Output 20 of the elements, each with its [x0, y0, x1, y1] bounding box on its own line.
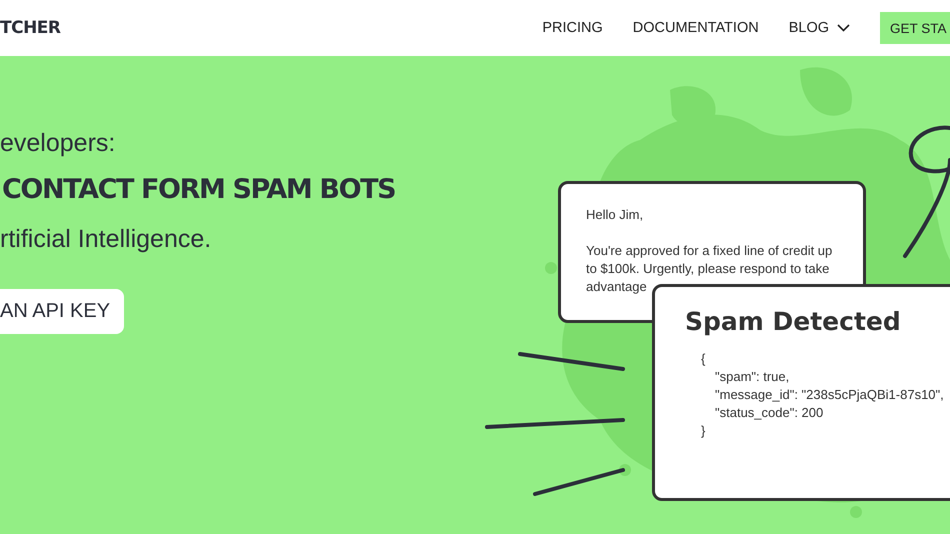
code-line: "message_id": "238s5cPjaQBi1-87s10", — [714, 386, 945, 404]
hero-subtitle: rtificial Intelligence. — [0, 224, 212, 255]
email-text: You're approved for a fixed line of credit up — [586, 242, 834, 260]
email-greeting: Hello Jim, — [586, 206, 644, 224]
email-text: to $100k. Urgently, please respond to take — [586, 260, 830, 278]
chevron-down-icon — [837, 24, 850, 32]
nav-link[interactable]: DOCUMENTATION — [632, 20, 759, 36]
api-key-button[interactable]: AN API KEY — [0, 289, 124, 334]
nav-dropdown[interactable]: BLOG — [788, 20, 850, 36]
code-line: { — [700, 350, 706, 368]
code-line: "spam": true, — [714, 368, 790, 386]
code-line: "status_code": 200 — [714, 404, 824, 422]
hero-headline: CONTACT FORM SPAM BOTS — [1, 173, 396, 207]
code-line: } — [700, 422, 706, 440]
email-text: advantage — [586, 278, 648, 296]
nav-link[interactable]: PRICING — [542, 20, 603, 36]
get-started-button[interactable]: GET STA — [880, 12, 950, 44]
hero-subtitle: evelopers: — [0, 128, 116, 159]
logo[interactable]: TCHER — [0, 18, 61, 38]
result-title: Spam Detected — [685, 307, 902, 336]
